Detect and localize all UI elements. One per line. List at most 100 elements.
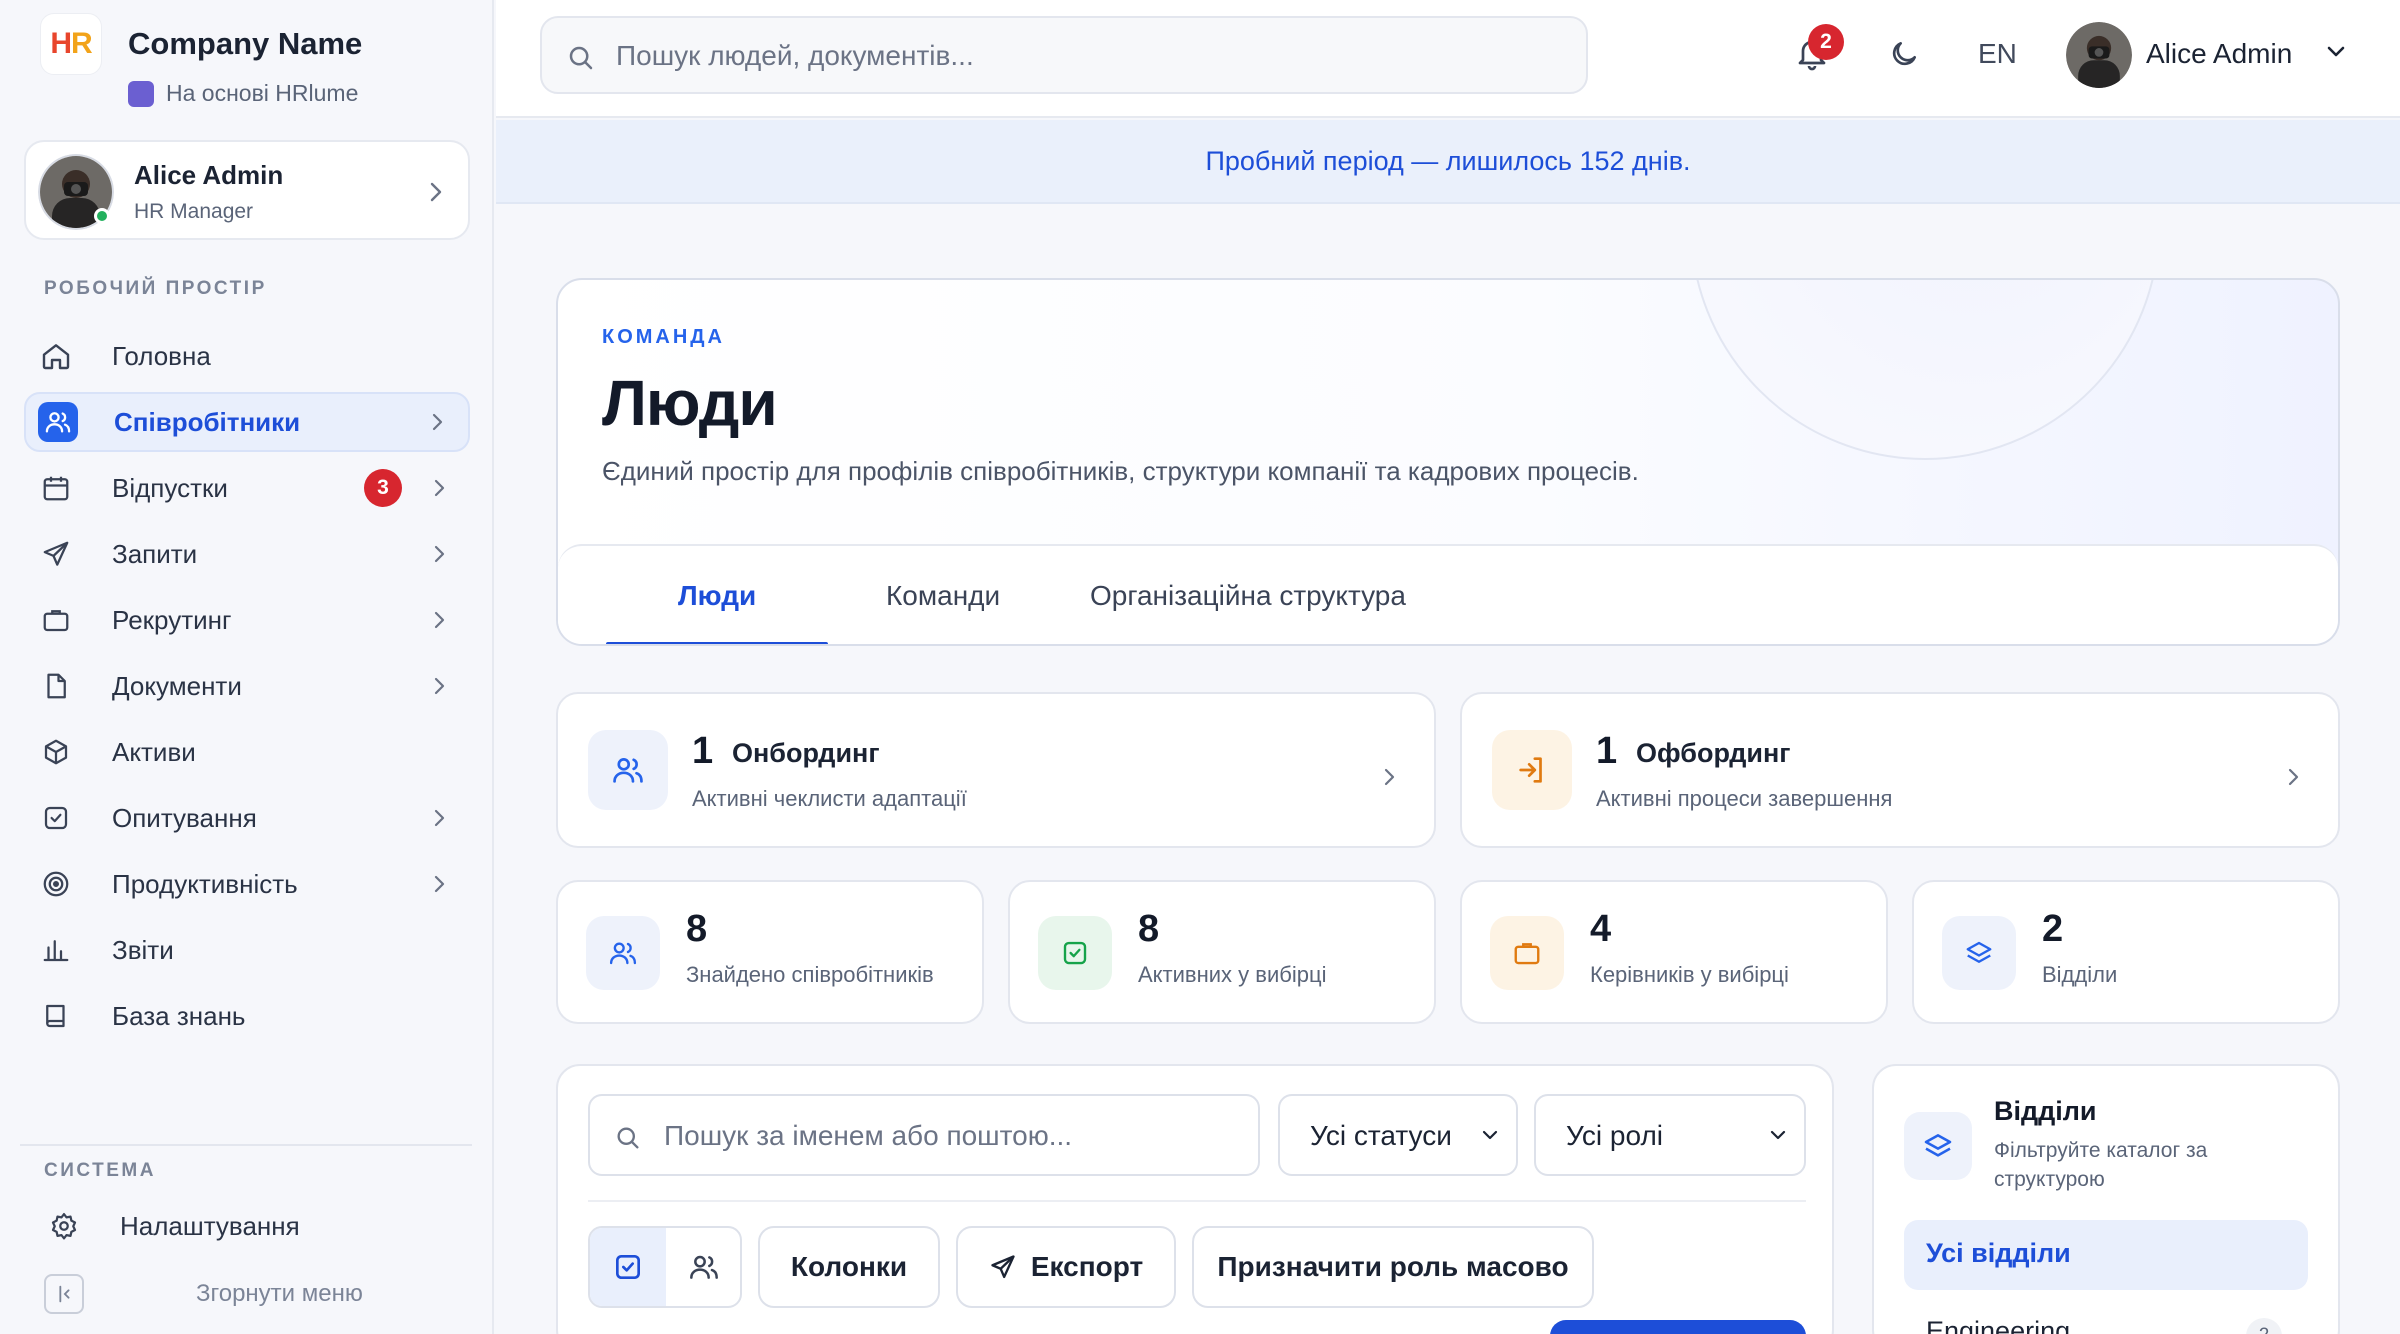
check-square-icon xyxy=(1038,916,1112,990)
all-departments-item[interactable]: Усі відділи xyxy=(1904,1220,2308,1290)
stat-value: 2 xyxy=(2042,908,2064,950)
sidebar: HR Company Name На основі HRlume Alice A… xyxy=(0,0,494,1334)
layers-icon xyxy=(1942,916,2016,990)
onboarding-card[interactable]: 1 Онбординг Активні чеклисти адаптації xyxy=(556,692,1436,848)
search-icon xyxy=(617,1127,639,1149)
user-profile-card[interactable]: Alice Admin HR Manager xyxy=(24,140,470,240)
stat-card-found: 8 Знайдено співробітників xyxy=(556,880,984,1024)
stat-value: 4 xyxy=(1590,908,1612,950)
sidebar-item-surveys[interactable]: Опитування xyxy=(24,788,470,848)
chevron-right-icon xyxy=(1384,768,1395,786)
system-section-label: СИСТЕМА xyxy=(44,1160,156,1181)
sidebar-item-leave[interactable]: Відпустки 3 xyxy=(24,458,470,518)
company-logo[interactable]: HR xyxy=(40,13,102,75)
language-switcher[interactable]: EN xyxy=(1978,38,2017,70)
notifications-badge: 2 xyxy=(1808,24,1844,60)
export-button-label: Експорт xyxy=(1030,1251,1144,1282)
onboarding-count: 1 xyxy=(692,730,714,772)
chevron-down-icon xyxy=(1770,1130,1786,1140)
collapse-menu-button[interactable]: Згорнути меню xyxy=(24,1264,470,1324)
onboarding-title: Онбординг xyxy=(732,738,880,768)
chevron-right-icon xyxy=(434,545,445,563)
chevron-right-icon xyxy=(432,413,443,431)
sidebar-item-label: Документи xyxy=(112,670,242,701)
department-item-name[interactable]: Engineering xyxy=(1926,1316,2070,1334)
stat-label: Керівників у вибірці xyxy=(1590,962,1789,987)
global-search-input[interactable]: Пошук людей, документів... xyxy=(540,16,1588,94)
chevron-down-icon xyxy=(1482,1130,1498,1140)
home-icon xyxy=(36,336,76,376)
online-status-indicator xyxy=(94,208,110,224)
logo-letter-h: H xyxy=(50,27,72,60)
filter-divider xyxy=(588,1200,1806,1202)
trial-banner-text[interactable]: Пробний період — лишилось 152 днів. xyxy=(496,146,2400,177)
columns-button[interactable]: Колонки xyxy=(758,1226,940,1308)
sidebar-item-documents[interactable]: Документи xyxy=(24,656,470,716)
bar-chart-icon xyxy=(36,930,76,970)
select-mode-toggle[interactable] xyxy=(590,1228,666,1306)
role-select[interactable]: Усі ролі xyxy=(1534,1094,1806,1176)
tab-org-structure[interactable]: Організаційна структура xyxy=(1090,580,1406,612)
departments-panel: Відділи Фільтруйте каталог за структурою… xyxy=(1872,1064,2340,1334)
employee-filter-panel: Пошук за іменем або поштою... Усі статус… xyxy=(556,1064,1834,1334)
exit-icon xyxy=(1492,730,1572,810)
departments-title: Відділи xyxy=(1994,1096,2097,1126)
onboarding-subtitle: Активні чеклисти адаптації xyxy=(692,786,967,811)
people-view-toggle[interactable] xyxy=(666,1228,740,1306)
sidebar-item-label: Запити xyxy=(112,538,198,569)
active-tab-indicator xyxy=(606,642,828,644)
chevron-right-icon xyxy=(434,677,445,695)
sidebar-item-label: База знань xyxy=(112,1000,246,1031)
tab-bar: Люди Команди Організаційна структура xyxy=(558,544,2338,644)
tab-teams[interactable]: Команди xyxy=(886,580,1000,612)
avatar[interactable] xyxy=(2066,22,2132,88)
sidebar-item-label: Співробітники xyxy=(114,406,301,437)
topbar-user-name[interactable]: Alice Admin xyxy=(2146,38,2292,70)
status-select-value: Усі статуси xyxy=(1310,1120,1452,1151)
logo-letter-r: R xyxy=(71,27,93,60)
bulk-assign-role-button[interactable]: Призначити роль масово xyxy=(1192,1226,1594,1308)
top-bar: Пошук людей, документів... 2 EN Alice Ad… xyxy=(496,0,2400,118)
sidebar-item-assets[interactable]: Активи xyxy=(24,722,470,782)
employee-search-input[interactable]: Пошук за іменем або поштою... xyxy=(588,1094,1260,1176)
users-icon xyxy=(690,1255,718,1279)
sidebar-item-label: Відпустки xyxy=(112,472,228,503)
department-item-count: 2 xyxy=(2246,1318,2282,1334)
sidebar-item-settings[interactable]: Налаштування xyxy=(24,1196,470,1256)
sidebar-item-employees[interactable]: Співробітники xyxy=(24,392,470,452)
users-icon xyxy=(588,730,668,810)
all-departments-label: Усі відділи xyxy=(1926,1238,2071,1268)
chevron-down-icon[interactable] xyxy=(2324,42,2348,62)
sidebar-item-home[interactable]: Головна xyxy=(24,326,470,386)
sidebar-item-label: Рекрутинг xyxy=(112,604,232,635)
status-select[interactable]: Усі статуси xyxy=(1278,1094,1518,1176)
stat-label: Відділи xyxy=(2042,962,2118,987)
sidebar-item-label: Звіти xyxy=(112,934,174,965)
page-eyebrow: КОМАНДА xyxy=(602,326,726,348)
sidebar-item-recruiting[interactable]: Рекрутинг xyxy=(24,590,470,650)
sidebar-item-requests[interactable]: Запити xyxy=(24,524,470,584)
briefcase-icon xyxy=(1490,916,1564,990)
page-title: Люди xyxy=(602,367,778,439)
tab-people[interactable]: Люди xyxy=(678,580,756,612)
sidebar-item-performance[interactable]: Продуктивність xyxy=(24,854,470,914)
chevron-right-icon xyxy=(434,875,445,893)
briefcase-icon xyxy=(36,600,76,640)
leave-count-badge: 3 xyxy=(364,469,402,507)
stat-card-active: 8 Активних у вибірці xyxy=(1008,880,1436,1024)
primary-action-button[interactable] xyxy=(1550,1320,1806,1334)
offboarding-subtitle: Активні процеси завершення xyxy=(1596,786,1893,811)
sidebar-item-reports[interactable]: Звіти xyxy=(24,920,470,980)
file-icon xyxy=(36,666,76,706)
decorative-circle xyxy=(1690,280,2160,460)
stat-card-departments: 2 Відділи xyxy=(1912,880,2340,1024)
hrlume-logo-icon xyxy=(128,80,154,107)
moon-icon[interactable] xyxy=(1888,38,1920,70)
workspace-section-label: РОБОЧИЙ ПРОСТІР xyxy=(44,278,267,299)
export-button[interactable]: Експорт xyxy=(956,1226,1176,1308)
page-header-card: КОМАНДА Люди Єдиний простір для профілів… xyxy=(556,278,2340,646)
gear-icon xyxy=(44,1206,84,1246)
sidebar-item-knowledge-base[interactable]: База знань xyxy=(24,986,470,1046)
offboarding-card[interactable]: 1 Офбординг Активні процеси завершення xyxy=(1460,692,2340,848)
stat-card-managers: 4 Керівників у вибірці xyxy=(1460,880,1888,1024)
